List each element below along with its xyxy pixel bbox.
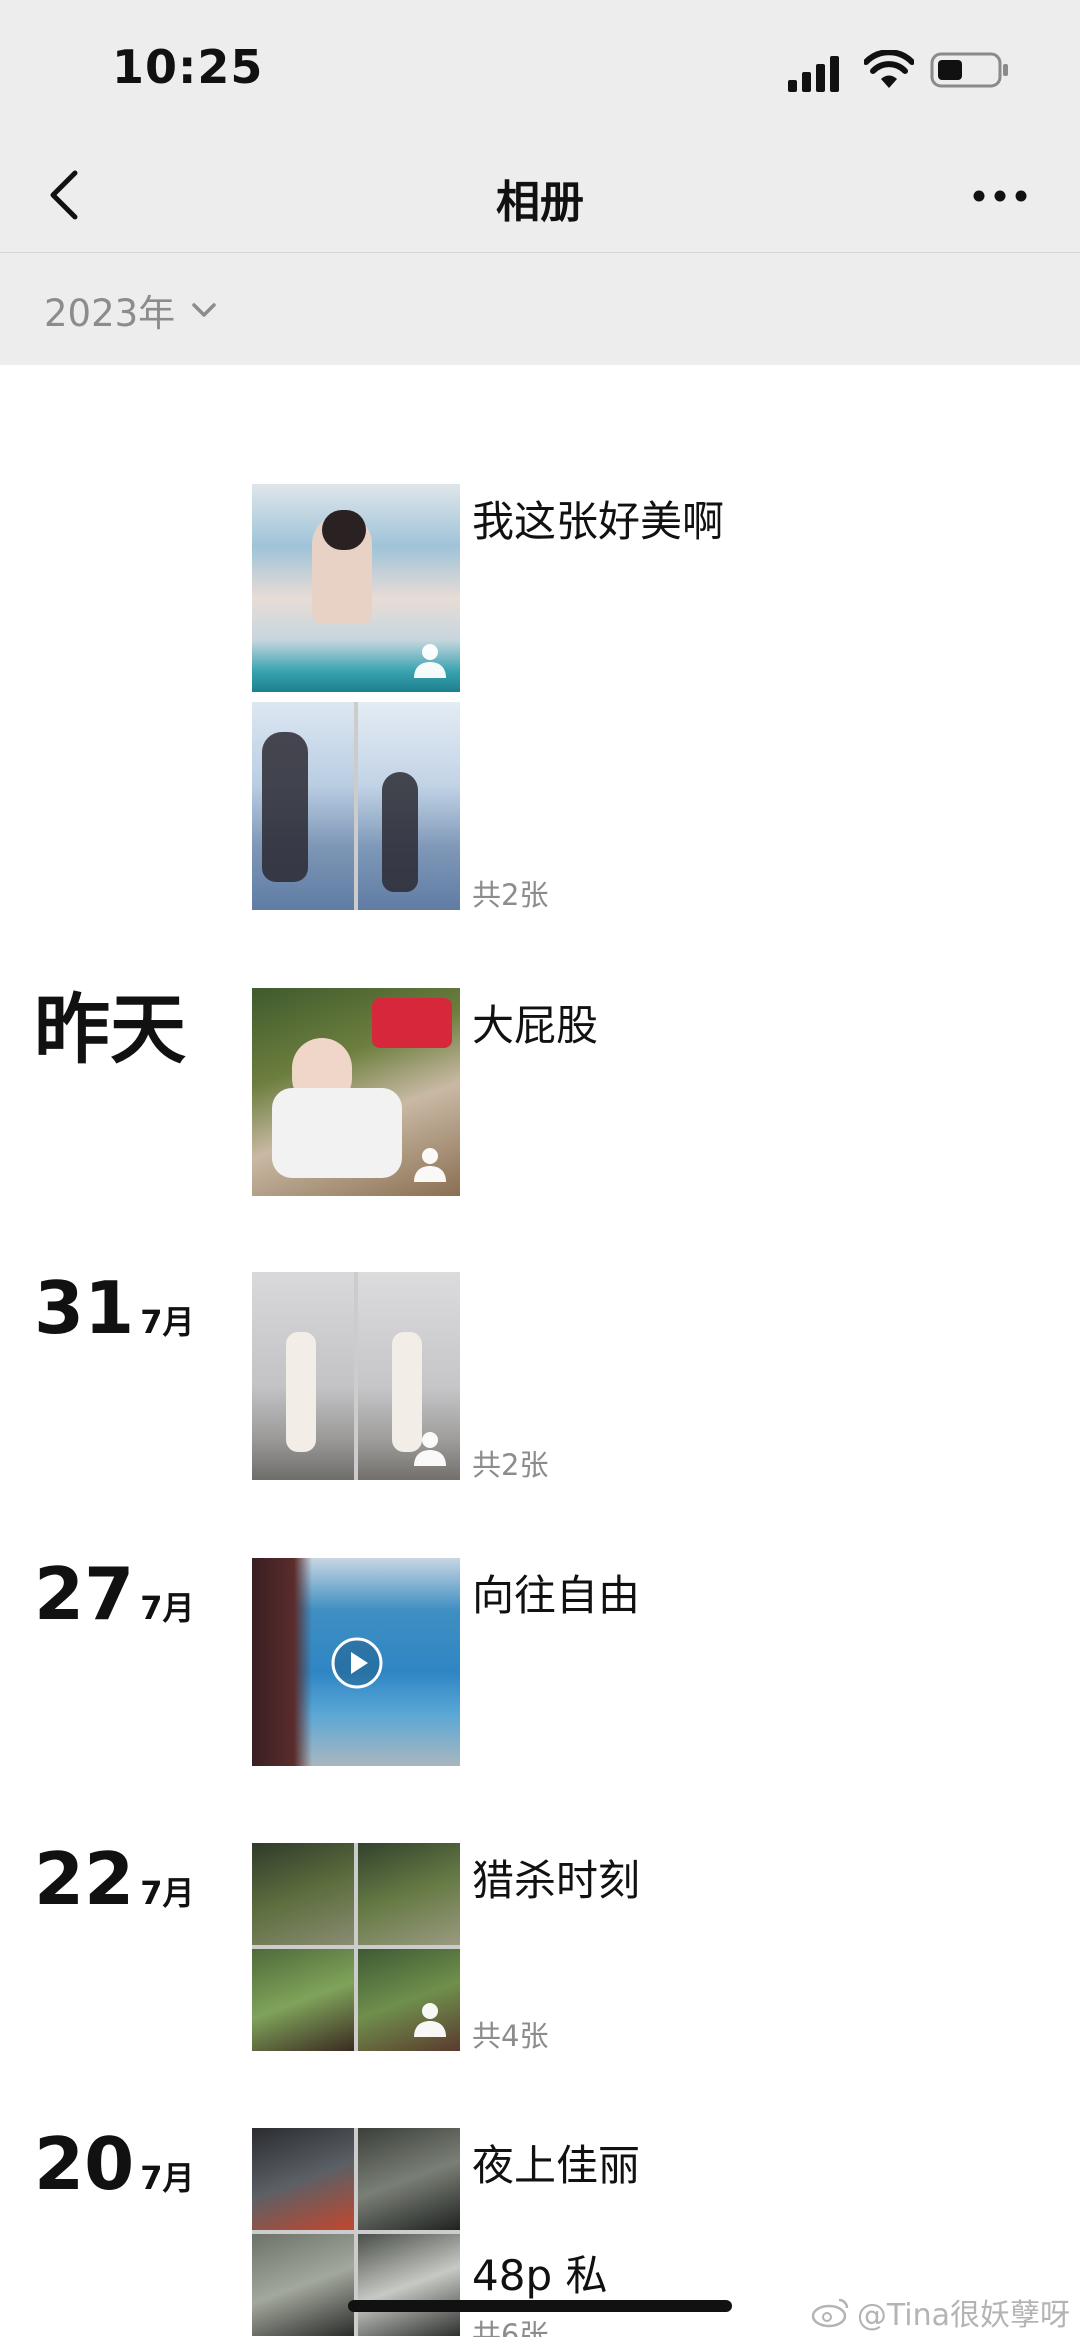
play-icon[interactable] (330, 1636, 384, 1690)
moment-thumbnail[interactable] (252, 1843, 460, 2051)
moment-caption-line2: 48p 私 (472, 2251, 608, 2300)
day-number: 27 (34, 1552, 135, 1636)
moment-thumbnail[interactable] (252, 702, 460, 910)
chevron-down-icon (192, 303, 216, 317)
weibo-icon (811, 2298, 849, 2328)
moment-caption: 夜上佳丽 (472, 2141, 641, 2190)
photo-count: 共2张 (472, 878, 549, 912)
more-dots-icon (973, 190, 1027, 202)
photo-count: 共6张 (472, 2318, 549, 2337)
top-bar: 10:25 相册 2023年 (0, 0, 1080, 365)
watermark-text: @Tina很妖孽呀 (856, 2298, 1070, 2333)
moment-caption: 猎杀时刻 (472, 1856, 641, 1905)
person-icon (414, 2003, 446, 2037)
moment-thumbnail[interactable] (252, 484, 460, 692)
navigation-bar: 相册 (0, 140, 1080, 252)
moment-caption: 我这张好美啊 (472, 497, 725, 546)
day-number: 31 (34, 1266, 135, 1350)
day-number: 20 (34, 2122, 135, 2206)
status-time: 10:25 (112, 40, 264, 94)
date-label: 27 7月 (34, 1558, 194, 1630)
signal-icon (788, 56, 839, 92)
more-button[interactable] (960, 166, 1040, 226)
photo-count: 共4张 (472, 2019, 549, 2053)
moment-caption: 大屁股 (472, 1001, 599, 1050)
watermark: @Tina很妖孽呀 (811, 2290, 1070, 2334)
month-label: 7月 (140, 2159, 195, 2197)
date-label: 22 7月 (34, 1843, 194, 1915)
moment-thumbnail[interactable] (252, 988, 460, 1196)
page-title: 相册 (496, 177, 584, 228)
person-icon (414, 1432, 446, 1466)
day-number: 22 (34, 1837, 135, 1921)
month-label: 7月 (140, 1589, 195, 1627)
moment-thumbnail[interactable] (252, 1272, 460, 1480)
photo-count: 共2张 (472, 1448, 549, 1482)
month-label: 7月 (140, 1303, 195, 1341)
year-filter-dropdown[interactable]: 2023年 (44, 280, 219, 340)
header-divider (0, 252, 1080, 253)
person-icon (414, 644, 446, 678)
date-word: 昨天 (34, 985, 186, 1074)
date-label: 20 7月 (34, 2128, 194, 2200)
home-indicator[interactable] (348, 2300, 732, 2312)
wifi-icon (864, 50, 914, 88)
date-label: 31 7月 (34, 1272, 194, 1344)
person-icon (414, 1148, 446, 1182)
month-label: 7月 (140, 1874, 195, 1912)
battery-icon (930, 52, 1008, 88)
moment-video-thumbnail[interactable] (252, 1558, 460, 1766)
moment-caption: 向往自由 (472, 1571, 641, 1620)
year-label: 2023年 (44, 292, 176, 335)
date-label: 昨天 (34, 992, 186, 1068)
